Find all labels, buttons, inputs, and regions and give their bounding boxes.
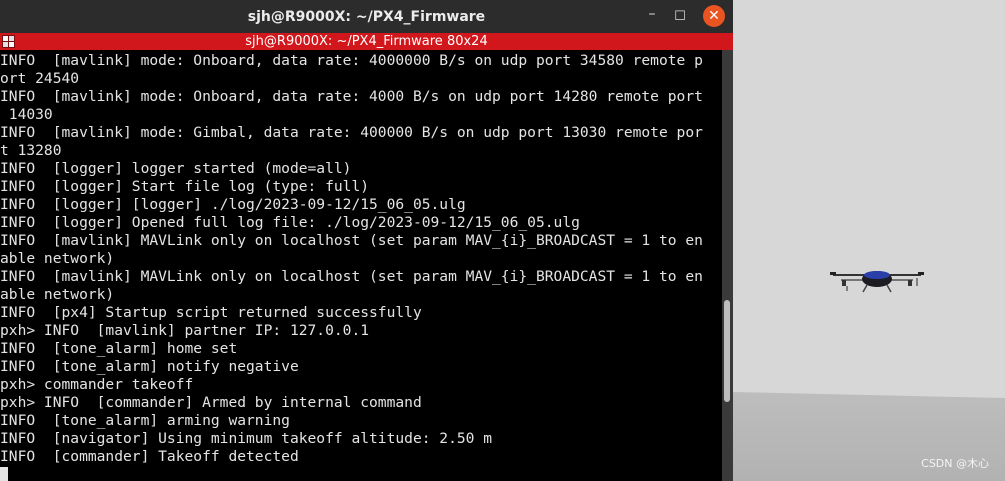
terminal-line: INFO [navigator] Using minimum takeoff a… [0,430,493,447]
terminal-line: INFO [px4] Startup script returned succe… [0,304,422,321]
terminal-line: able network) [0,250,115,267]
watermark: CSDN @木心 [921,457,989,470]
terminal-output[interactable]: INFO [mavlink] mode: Onboard, data rate:… [0,52,722,481]
terminal-line: pxh> commander takeoff [0,376,194,393]
terminal-line: INFO [mavlink] mode: Onboard, data rate:… [0,88,703,105]
terminal-line: pxh> INFO [commander] Armed by internal … [0,394,422,411]
terminal-line: INFO [mavlink] MAVLink only on localhost… [0,232,703,249]
terminal-line: t 13280 [0,142,62,159]
terminal-line: INFO [tone_alarm] arming warning [0,412,290,429]
simulation-viewport[interactable]: CSDN @木心 [733,0,1005,481]
text-cursor [0,467,8,481]
terminal-line: INFO [tone_alarm] notify negative [0,358,299,375]
terminal-scrollbar[interactable] [722,50,733,481]
close-icon[interactable]: ✕ [703,5,725,27]
terminal-line: INFO [commander] Takeoff detected [0,448,299,465]
terminal-line: INFO [logger] [logger] ./log/2023-09-12/… [0,196,466,213]
terminal-line: INFO [mavlink] mode: Gimbal, data rate: … [0,124,703,141]
terminal-line: INFO [mavlink] MAVLink only on localhost… [0,268,703,285]
terminal-app-icon[interactable] [2,35,15,48]
terminal-line: INFO [logger] logger started (mode=all) [0,160,352,177]
scrollbar-thumb[interactable] [724,300,730,402]
terminal-prompt-line[interactable] [0,466,722,481]
maximize-icon[interactable]: ☐ [669,5,691,27]
terminal-window[interactable]: sjh@R9000X: ~/PX4_Firmware – ☐ ✕ sjh@R90… [0,0,733,481]
terminal-subtitle: sjh@R9000X: ~/PX4_Firmware 80x24 [245,34,488,49]
terminal-line: INFO [tone_alarm] home set [0,340,238,357]
terminal-line: INFO [mavlink] mode: Onboard, data rate:… [0,52,703,69]
terminal-line: pxh> INFO [mavlink] partner IP: 127.0.0.… [0,322,370,339]
window-titlebar[interactable]: sjh@R9000X: ~/PX4_Firmware – ☐ ✕ [0,0,733,33]
terminal-line: ort 24540 [0,70,80,87]
terminal-line: able network) [0,286,115,303]
terminal-subtitle-bar: sjh@R9000X: ~/PX4_Firmware 80x24 [0,33,733,50]
window-title: sjh@R9000X: ~/PX4_Firmware [247,8,486,25]
minimize-icon[interactable]: – [641,3,663,25]
terminal-line: 14030 [0,106,53,123]
terminal-line: INFO [logger] Start file log (type: full… [0,178,370,195]
drone-model [830,271,924,293]
terminal-line: INFO [logger] Opened full log file: ./lo… [0,214,580,231]
